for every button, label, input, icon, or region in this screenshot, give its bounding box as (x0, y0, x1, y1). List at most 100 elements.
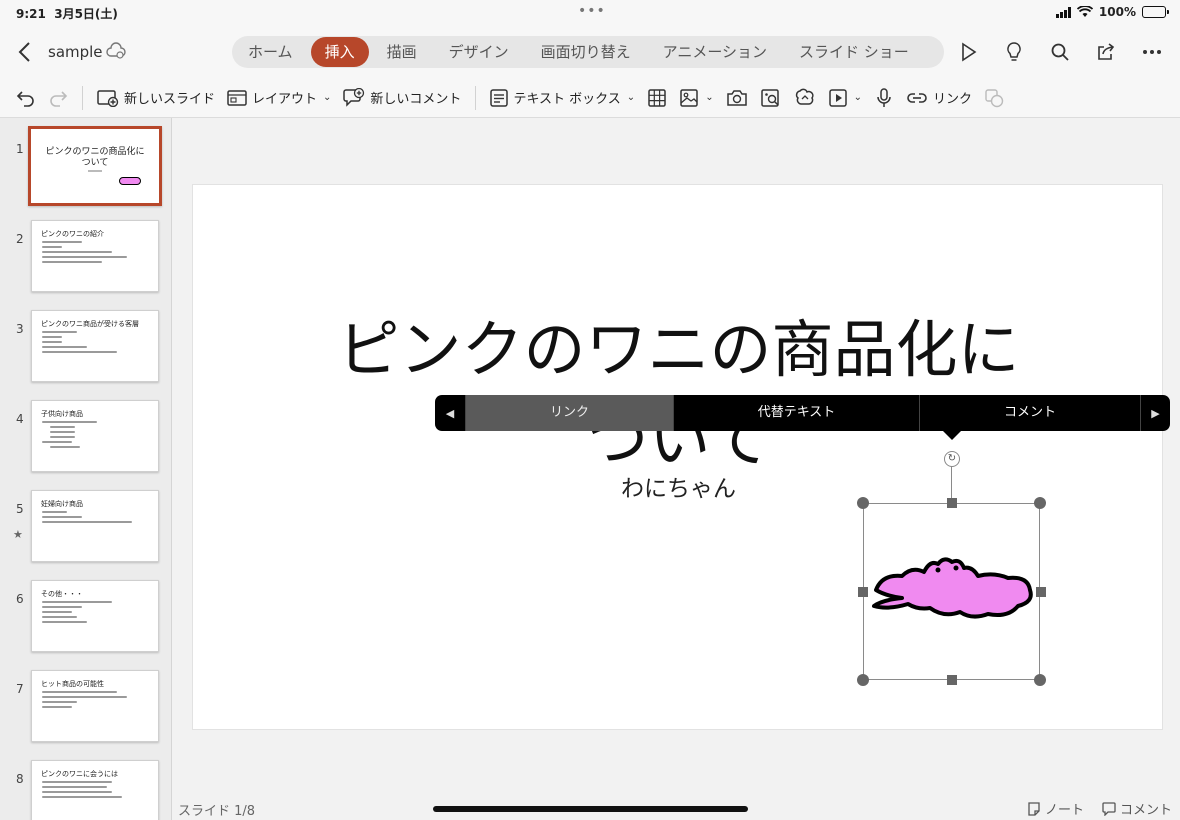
new-slide-button[interactable]: 新しいスライド (91, 82, 221, 114)
thumbnail-slide-8[interactable]: 8 ピンクのワニに会うには (0, 756, 171, 820)
menu-prev-arrow-icon[interactable]: ◀ (435, 395, 465, 431)
multitask-dots[interactable]: ••• (578, 3, 606, 19)
thumbnail-title: その他・・・ (41, 590, 83, 598)
new-comment-button[interactable]: 新しいコメント (337, 82, 467, 114)
resize-handle-bottom[interactable] (947, 675, 957, 685)
tab-slideshow[interactable]: スライド ショー (783, 36, 925, 68)
new-slide-label: 新しいスライド (124, 92, 216, 107)
pink-crocodile-image[interactable] (868, 548, 1038, 628)
back-chevron-icon[interactable] (14, 40, 36, 64)
icons-icon[interactable] (788, 82, 822, 114)
thumbnail-card[interactable]: ピンクのワニの紹介 (31, 220, 159, 292)
tab-draw[interactable]: 描画 (371, 36, 433, 68)
thumbnail-number: 8 (16, 772, 24, 786)
chevron-down-icon: ⌄ (626, 92, 636, 103)
microphone-icon[interactable] (868, 82, 900, 114)
thumbnail-number: 6 (16, 592, 24, 606)
thumbnail-card[interactable]: 子供向け商品 (31, 400, 159, 472)
thumbnail-card[interactable]: その他・・・ (31, 580, 159, 652)
video-icon[interactable]: ⌄ (822, 82, 868, 114)
thumbnail-body (42, 241, 142, 266)
thumbnail-slide-4[interactable]: 4 子供向け商品 (0, 396, 171, 486)
resize-handle-right[interactable] (1036, 587, 1046, 597)
lightbulb-icon[interactable] (1000, 38, 1028, 66)
thumbnail-title: ピンクのワニ商品が受ける客層 (41, 320, 139, 328)
camera-icon[interactable] (720, 82, 754, 114)
thumbnail-slide-6[interactable]: 6 その他・・・ (0, 576, 171, 666)
play-icon[interactable] (954, 38, 982, 66)
layout-button[interactable]: レイアウト ⌄ (221, 82, 337, 114)
resize-handle-top-right[interactable] (1034, 497, 1046, 509)
notes-label: ノート (1044, 803, 1084, 818)
context-menu-alt-text[interactable]: 代替テキスト (673, 395, 919, 431)
resize-handle-bottom-right[interactable] (1034, 674, 1046, 686)
thumbnail-card[interactable]: ヒット商品の可能性 (31, 670, 159, 742)
comment-icon (1102, 801, 1116, 816)
layout-icon (227, 89, 247, 106)
thumbnail-body (42, 781, 142, 801)
picture-icon[interactable]: ⌄ (673, 82, 719, 114)
home-indicator[interactable] (433, 806, 748, 812)
text-box-icon (490, 88, 509, 107)
thumbnail-slide-7[interactable]: 7 ヒット商品の可能性 (0, 666, 171, 756)
battery-percent: 100% (1098, 5, 1136, 19)
thumbnail-body (42, 511, 142, 526)
share-icon[interactable] (1092, 38, 1120, 66)
comments-label: コメント (1119, 803, 1172, 818)
chevron-down-icon: ⌄ (705, 92, 714, 103)
text-box-label: テキスト ボックス (513, 92, 621, 107)
rotate-handle-icon[interactable]: ↻ (944, 451, 960, 467)
more-icon[interactable] (1138, 38, 1166, 66)
comments-button[interactable]: コメント (1102, 799, 1172, 818)
link-button[interactable]: リンク (900, 82, 978, 114)
shapes-icon[interactable] (978, 82, 1010, 114)
resize-handle-bottom-left[interactable] (857, 674, 869, 686)
thumbnail-title: ピンクのワニの紹介 (41, 230, 104, 238)
thumbnail-title: ピンクのワニの商品化に ついて (45, 147, 145, 168)
slide-subtitle[interactable]: わにちゃん (193, 469, 1164, 503)
thumbnail-slide-5[interactable]: 5 ★ 妊婦向け商品 (0, 486, 171, 576)
thumbnail-body (42, 331, 142, 356)
thumbnail-title: ヒット商品の可能性 (41, 680, 104, 688)
menu-next-arrow-icon[interactable]: ▶ (1140, 395, 1170, 431)
resize-handle-top-left[interactable] (857, 497, 869, 509)
redo-icon[interactable] (42, 82, 74, 114)
thumbnail-card[interactable]: 妊婦向け商品 (31, 490, 159, 562)
status-right: 100% (1055, 5, 1169, 19)
title-row: sample ホーム 挿入 描画 デザイン 画面切り替え アニメーション スライ… (0, 26, 1180, 78)
battery-icon (1142, 6, 1169, 18)
thumbnail-slide-1[interactable]: 1 ピンクのワニの商品化に ついて (0, 126, 171, 216)
new-slide-icon (97, 89, 119, 107)
image-search-icon[interactable] (754, 82, 788, 114)
notes-button[interactable]: ノート (1027, 799, 1084, 818)
cloud-sync-icon[interactable] (106, 42, 126, 60)
thumbnail-card[interactable]: ピンクのワニに会うには (31, 760, 159, 820)
slide-counter: スライド 1/8 (178, 804, 256, 819)
wifi-icon (1076, 6, 1093, 17)
tab-animations[interactable]: アニメーション (647, 36, 783, 68)
thumbnail-slide-2[interactable]: 2 ピンクのワニの紹介 (0, 216, 171, 306)
resize-handle-left[interactable] (858, 587, 868, 597)
new-comment-label: 新しいコメント (370, 92, 462, 107)
text-box-button[interactable]: テキスト ボックス ⌄ (484, 82, 641, 114)
undo-icon[interactable] (10, 82, 42, 114)
tab-home[interactable]: ホーム (232, 36, 309, 68)
tab-transitions[interactable]: 画面切り替え (525, 36, 647, 68)
thumbnail-card[interactable]: ピンクのワニ商品が受ける客層 (31, 310, 159, 382)
context-menu-link[interactable]: リンク (465, 395, 673, 431)
thumbnail-number: 5 (16, 502, 24, 516)
thumbnail-card[interactable]: ピンクのワニの商品化に ついて (28, 126, 162, 206)
thumbnail-title: ピンクのワニに会うには (41, 770, 118, 778)
tab-design[interactable]: デザイン (433, 36, 525, 68)
thumbnail-body (42, 601, 142, 626)
thumbnail-slide-3[interactable]: 3 ピンクのワニ商品が受ける客層 (0, 306, 171, 396)
thumbnail-number: 1 (16, 142, 24, 156)
tab-insert[interactable]: 挿入 (310, 37, 369, 67)
table-icon[interactable] (641, 82, 673, 114)
search-icon[interactable] (1046, 38, 1074, 66)
document-name[interactable]: sample (48, 43, 103, 61)
thumbnail-number: 7 (16, 682, 24, 696)
thumbnail-body (42, 691, 142, 711)
resize-handle-top[interactable] (947, 498, 957, 508)
context-menu-comment[interactable]: コメント (919, 395, 1140, 431)
